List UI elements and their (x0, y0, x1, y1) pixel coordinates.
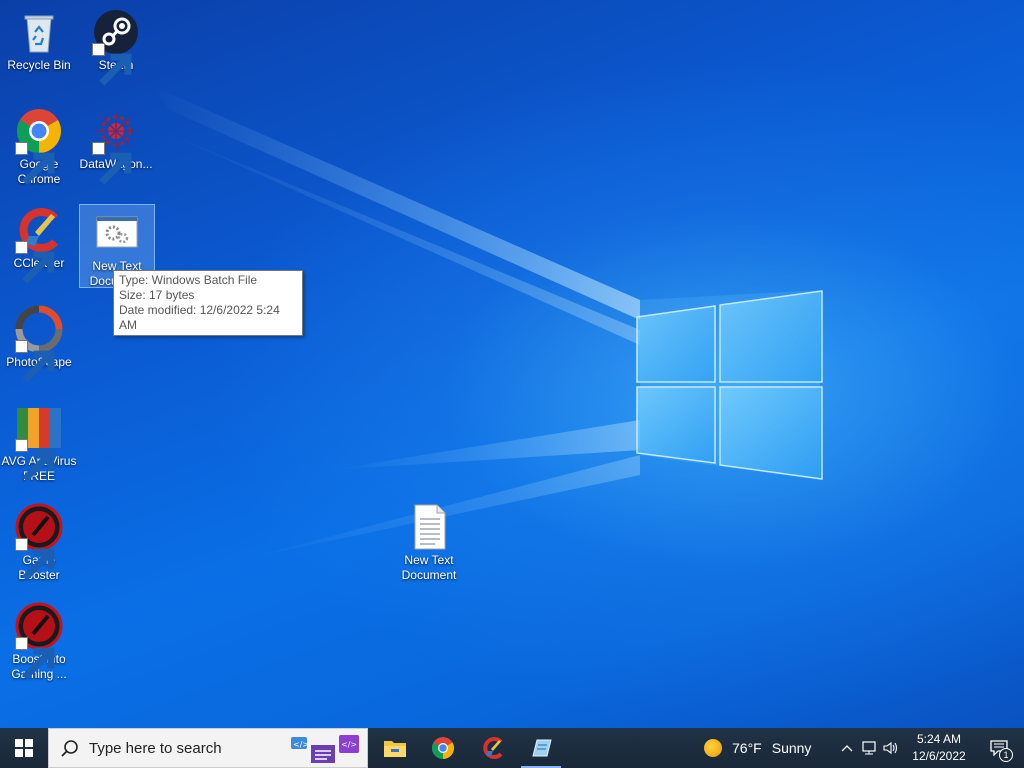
sunny-weather-icon (704, 739, 722, 757)
tooltip-date-modified: Date modified: 12/6/2022 5:24 AM (119, 303, 280, 332)
taskbar-search-box[interactable]: Type here to search </> </> (48, 728, 368, 768)
shortcut-arrow-icon (15, 439, 55, 482)
ccleaner-icon (483, 737, 503, 759)
desktop-icon-avg-antivirus[interactable]: AVG AntiVirus FREE (1, 404, 77, 484)
shortcut-arrow-icon (15, 241, 55, 284)
desktop-icon-photoscape[interactable]: PhotoScape (1, 305, 77, 383)
avg-icon (15, 404, 63, 482)
clock-time: 5:24 AM (916, 732, 962, 746)
network-icon[interactable] (858, 728, 880, 768)
show-hidden-icons-chevron-icon[interactable] (836, 728, 858, 768)
desktop-icon-game-booster[interactable]: Game Booster (1, 503, 77, 583)
batch-file-icon (93, 209, 141, 257)
weather-condition: Sunny (771, 740, 812, 756)
shortcut-arrow-icon (15, 142, 55, 185)
chrome-icon (432, 737, 454, 759)
weather-widget[interactable]: 76°F Sunny (704, 728, 811, 768)
action-center-button[interactable]: 1 (982, 728, 1016, 768)
text-document-icon (405, 503, 453, 551)
search-icon (61, 740, 78, 757)
desktop-icon-recycle-bin[interactable]: Recycle Bin (1, 8, 77, 73)
icon-label: Recycle Bin (7, 58, 71, 72)
file-explorer-icon (384, 741, 406, 757)
clock-date: 12/6/2022 (912, 749, 966, 763)
shortcut-arrow-icon (92, 43, 132, 86)
desktop[interactable]: Recycle Bin Steam Google Chrome DataWago… (0, 0, 1024, 728)
photoscape-icon (15, 305, 63, 383)
system-tray (836, 728, 902, 768)
shortcut-arrow-icon (15, 538, 55, 581)
shortcut-arrow-icon (15, 637, 55, 680)
svg-text:</>: </> (293, 740, 309, 749)
svg-text:</>: </> (341, 740, 357, 749)
desktop-icon-google-chrome[interactable]: Google Chrome (1, 107, 77, 187)
boost-into-gaming-icon (15, 602, 63, 680)
recycle-bin-icon (15, 8, 63, 56)
shortcut-arrow-icon (15, 340, 55, 383)
weather-temperature: 76°F (732, 740, 762, 756)
datawagon-icon (92, 107, 140, 185)
taskbar: Type here to search </> </> 76°F Sunny 5… (0, 728, 1024, 768)
windows-start-icon (15, 739, 33, 757)
search-highlight-icon: </> </> (291, 735, 359, 763)
taskbar-ccleaner[interactable] (469, 728, 517, 768)
taskbar-google-chrome[interactable] (419, 728, 467, 768)
taskbar-clock[interactable]: 5:24 AM 12/6/2022 (906, 731, 972, 765)
desktop-icon-boost-into-gaming[interactable]: Boost into Gaming ... (1, 602, 77, 682)
desktop-icon-datawagon[interactable]: DataWagon... (78, 107, 154, 185)
notification-count-badge: 1 (999, 748, 1013, 762)
start-button[interactable] (0, 728, 48, 768)
notepad-app-icon (532, 739, 552, 757)
ccleaner-icon (15, 206, 63, 284)
chrome-icon (15, 107, 63, 185)
file-info-tooltip: Type: Windows Batch File Size: 17 bytes … (113, 270, 303, 336)
shortcut-arrow-icon (92, 142, 132, 185)
search-placeholder: Type here to search (89, 739, 222, 757)
taskbar-file-explorer[interactable] (371, 728, 419, 768)
volume-icon[interactable] (880, 728, 902, 768)
desktop-icon-new-text-document[interactable]: New Text Document (391, 503, 467, 583)
taskbar-active-app[interactable] (517, 728, 565, 768)
icon-label: New Text Document (401, 553, 457, 582)
steam-icon (92, 8, 140, 86)
desktop-icon-steam[interactable]: Steam (78, 8, 154, 86)
desktop-icon-ccleaner[interactable]: CCleaner (1, 206, 77, 284)
tooltip-size: Size: 17 bytes (119, 288, 195, 302)
game-booster-icon (15, 503, 63, 581)
tooltip-type: Type: Windows Batch File (119, 273, 258, 287)
